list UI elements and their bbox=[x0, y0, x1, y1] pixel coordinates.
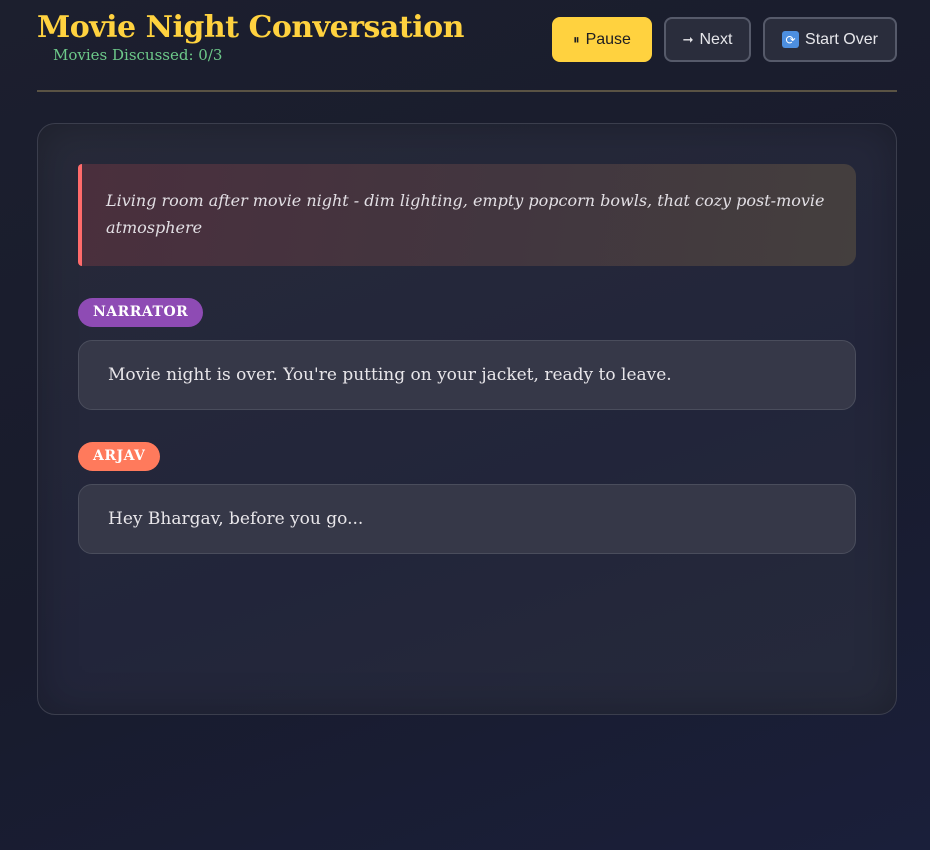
start-over-button[interactable]: ⟳ Start Over bbox=[763, 17, 897, 62]
arrow-right-icon: ➞ bbox=[682, 32, 694, 47]
page-title: Movie Night Conversation bbox=[37, 10, 464, 45]
movies-counter: Movies Discussed: 0/3 bbox=[53, 46, 223, 64]
next-button[interactable]: ➞ Next bbox=[664, 17, 751, 62]
speaker-badge-arjav: ARJAV bbox=[78, 442, 161, 471]
pause-icon: ⏸ bbox=[573, 32, 580, 47]
dialogue-bubble: Movie night is over. You're putting on y… bbox=[78, 340, 856, 410]
conversation-panel: Living room after movie night - dim ligh… bbox=[37, 123, 897, 715]
speaker-badge-narrator: NARRATOR bbox=[78, 298, 204, 327]
next-label: Next bbox=[699, 30, 733, 48]
pause-label: Pause bbox=[585, 30, 631, 48]
start-over-label: Start Over bbox=[805, 30, 878, 48]
pause-button[interactable]: ⏸ Pause bbox=[552, 17, 652, 62]
header: Movie Night Conversation Movies Discusse… bbox=[37, 0, 897, 92]
controls-bar: ⏸ Pause ➞ Next ⟳ Start Over bbox=[552, 17, 897, 62]
restart-icon: ⟳ bbox=[782, 31, 800, 48]
scene-description: Living room after movie night - dim ligh… bbox=[78, 164, 856, 266]
dialogue-bubble: Hey Bhargav, before you go... bbox=[78, 484, 856, 554]
